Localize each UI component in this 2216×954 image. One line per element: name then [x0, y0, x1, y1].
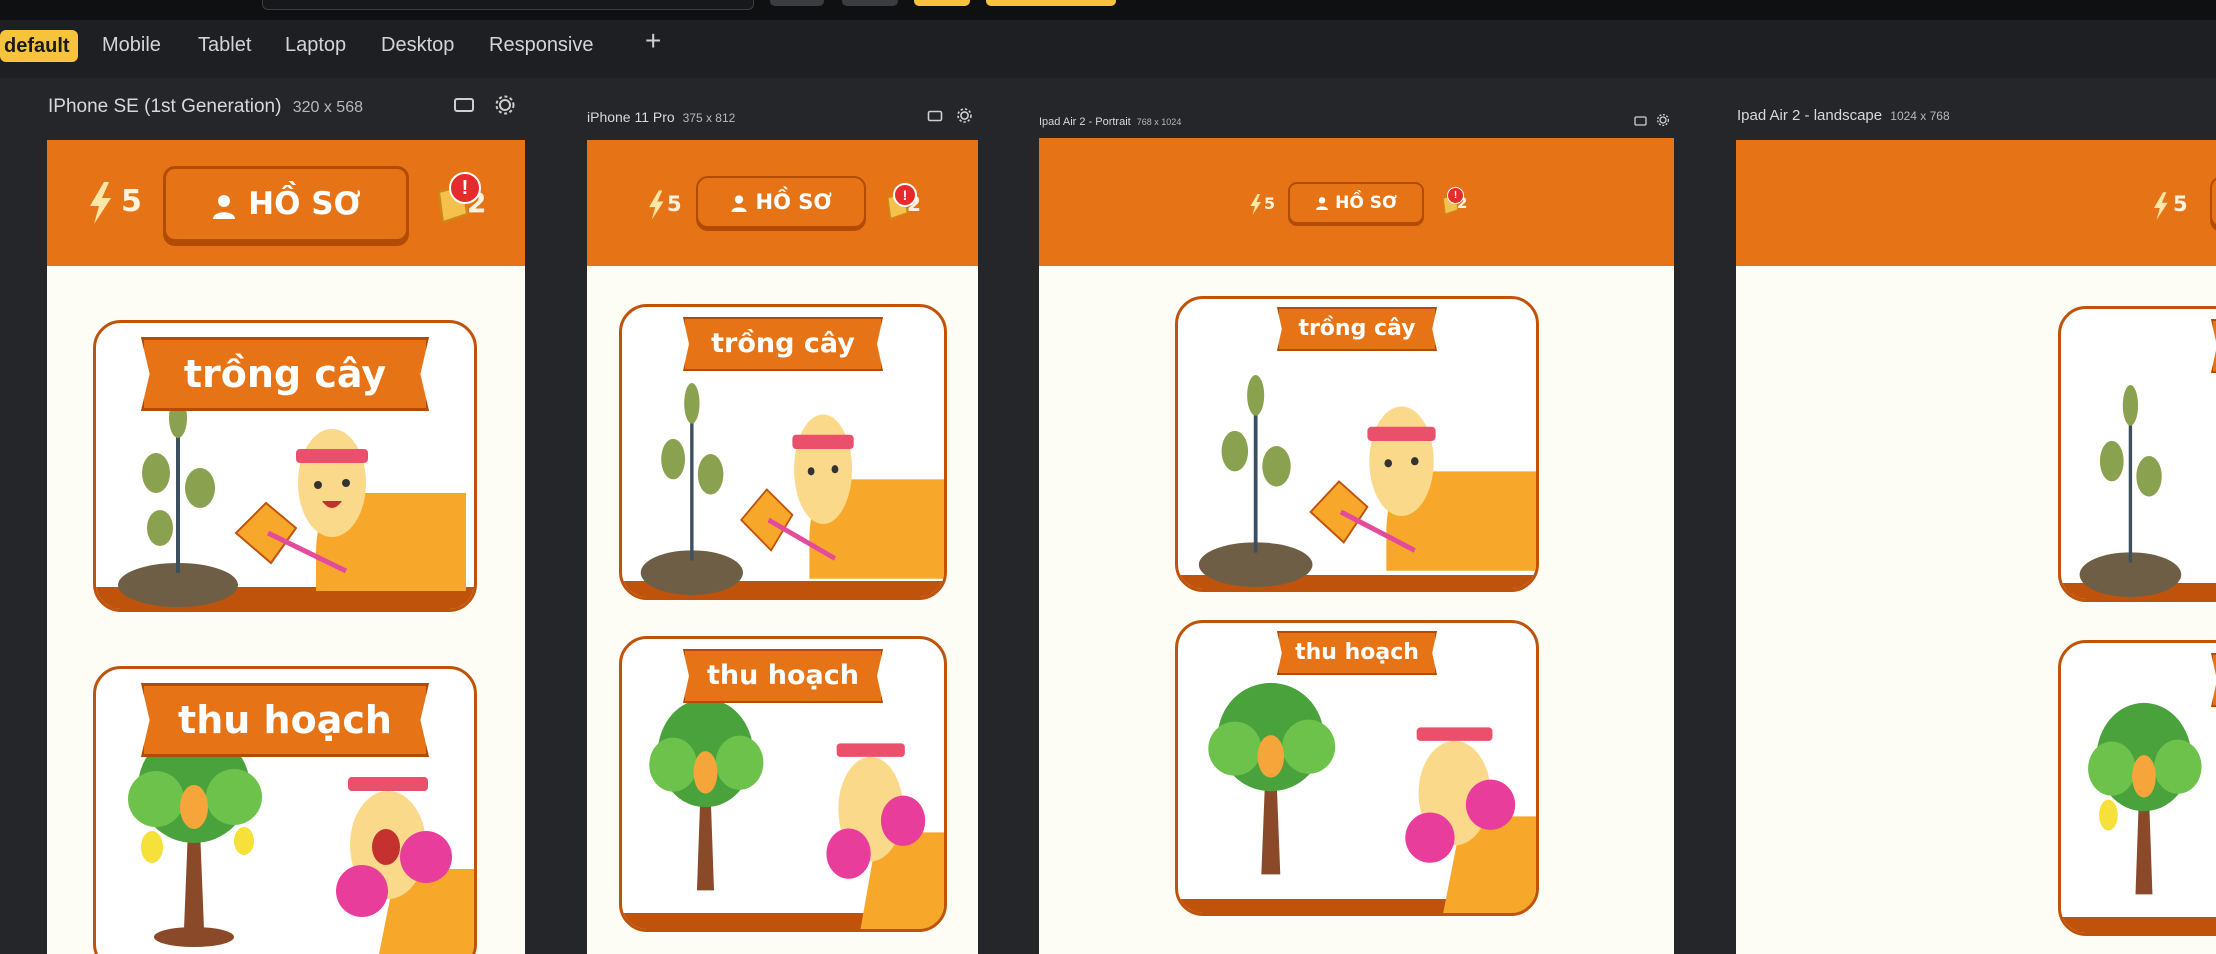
user-icon [1316, 197, 1329, 210]
device-frame-ipad-landscape: 5 [1736, 140, 2216, 954]
lightning-icon [649, 190, 664, 220]
profile-button-label: HỒ SƠ [1335, 193, 1397, 213]
card-harvest[interactable] [2058, 640, 2216, 936]
energy-count: 5 [121, 184, 142, 219]
device-name: iPhone 11 Pro [587, 109, 675, 125]
card-harvest[interactable]: thu hoạch [1175, 620, 1539, 916]
harvest-illustration [2088, 702, 2202, 895]
alert-badge[interactable]: ! [893, 183, 917, 207]
app-header: 5 [1736, 140, 2216, 266]
profile-button[interactable]: HỒ SƠ [1288, 182, 1424, 224]
toolbar-button[interactable] [770, 0, 824, 6]
device-header: Ipad Air 2 - landscape 1024 x 768 [1737, 107, 1950, 124]
address-bar[interactable] [262, 0, 754, 10]
card-plant[interactable]: trồng cây [619, 304, 947, 600]
tab-default[interactable]: default [0, 30, 78, 62]
tab-tablet[interactable]: Tablet [198, 32, 251, 58]
card-harvest[interactable]: thu hoạch [93, 666, 477, 954]
device-size: 1024 x 768 [1890, 109, 1950, 123]
profile-button-label: HỒ SƠ [248, 186, 361, 222]
app-header: 5 HỒ SƠ 2 ! [1039, 138, 1674, 266]
profile-button[interactable]: HỒ SƠ [696, 176, 866, 228]
card-plant[interactable]: trồng cây [93, 320, 477, 612]
device-frame-ipad-portrait: 5 HỒ SƠ 2 ! trồng cây thu hoạch [1039, 138, 1674, 954]
profile-button[interactable]: HỒ SƠ [163, 166, 409, 242]
device-size: 375 x 812 [682, 111, 736, 125]
card-label: trồng cây [1277, 307, 1437, 351]
device-name: Ipad Air 2 - landscape [1737, 107, 1883, 124]
app-header: 5 HỒ SƠ 2 ! [47, 140, 525, 266]
card-plant[interactable]: trồng cây [1175, 296, 1539, 592]
gear-icon[interactable] [956, 107, 973, 124]
card-harvest[interactable]: thu hoạch [619, 636, 947, 932]
device-name: Ipad Air 2 - Portrait [1039, 116, 1131, 128]
tab-mobile[interactable]: Mobile [102, 32, 161, 58]
rotate-icon[interactable] [1634, 116, 1647, 126]
device-frame-iphone-11-pro: 5 HỒ SƠ 2 ! trồng cây thu hoạch [587, 140, 978, 954]
device-header: iPhone 11 Pro 375 x 812 [587, 109, 735, 125]
energy-count: 5 [667, 192, 682, 216]
device-frame-iphone-se: 5 HỒ SƠ 2 ! trồng cây thu hoạch [47, 140, 525, 954]
device-header: Ipad Air 2 - Portrait 768 x 1024 [1039, 116, 1181, 128]
card-label: thu hoạch [141, 683, 429, 757]
device-size: 320 x 568 [292, 99, 363, 116]
toolbar-button[interactable] [842, 0, 898, 6]
lightning-icon [2153, 192, 2168, 220]
energy-count: 5 [2173, 192, 2188, 216]
tab-desktop[interactable]: Desktop [381, 32, 454, 58]
profile-button-label: HỒ SƠ [755, 190, 832, 214]
alert-badge[interactable]: ! [449, 172, 481, 204]
card-label: thu hoạch [1277, 631, 1437, 675]
device-name: IPhone SE (1st Generation) [48, 96, 282, 117]
card-label: trồng cây [141, 337, 429, 411]
toolbar-button[interactable] [914, 0, 970, 6]
app-header: 5 HỒ SƠ 2 ! [587, 140, 978, 266]
card-label: thu hoạch [683, 649, 883, 703]
lightning-icon [90, 182, 111, 224]
toolbar-button[interactable] [986, 0, 1116, 6]
browser-top-bar [0, 0, 2216, 20]
lightning-icon [1250, 194, 1261, 215]
alert-badge[interactable]: ! [1447, 187, 1464, 204]
plus-icon[interactable]: + [645, 27, 661, 55]
plant-illustration [2079, 385, 2182, 597]
device-size: 768 x 1024 [1136, 117, 1182, 127]
card-plant[interactable] [2058, 306, 2216, 602]
energy-count: 5 [1264, 194, 1276, 213]
user-icon [731, 195, 747, 212]
device-tab-bar: default Mobile Tablet Laptop Desktop Res… [0, 20, 2216, 78]
profile-button[interactable] [2210, 176, 2216, 228]
device-header: IPhone SE (1st Generation) 320 x 568 [48, 96, 363, 118]
user-icon [213, 194, 236, 219]
gear-icon[interactable] [1656, 113, 1670, 127]
rotate-icon[interactable] [927, 110, 943, 122]
tab-responsive[interactable]: Responsive [489, 32, 594, 58]
tab-laptop[interactable]: Laptop [285, 32, 346, 58]
gear-icon[interactable] [494, 94, 516, 116]
rotate-icon[interactable] [453, 97, 475, 113]
card-label: trồng cây [683, 317, 883, 371]
